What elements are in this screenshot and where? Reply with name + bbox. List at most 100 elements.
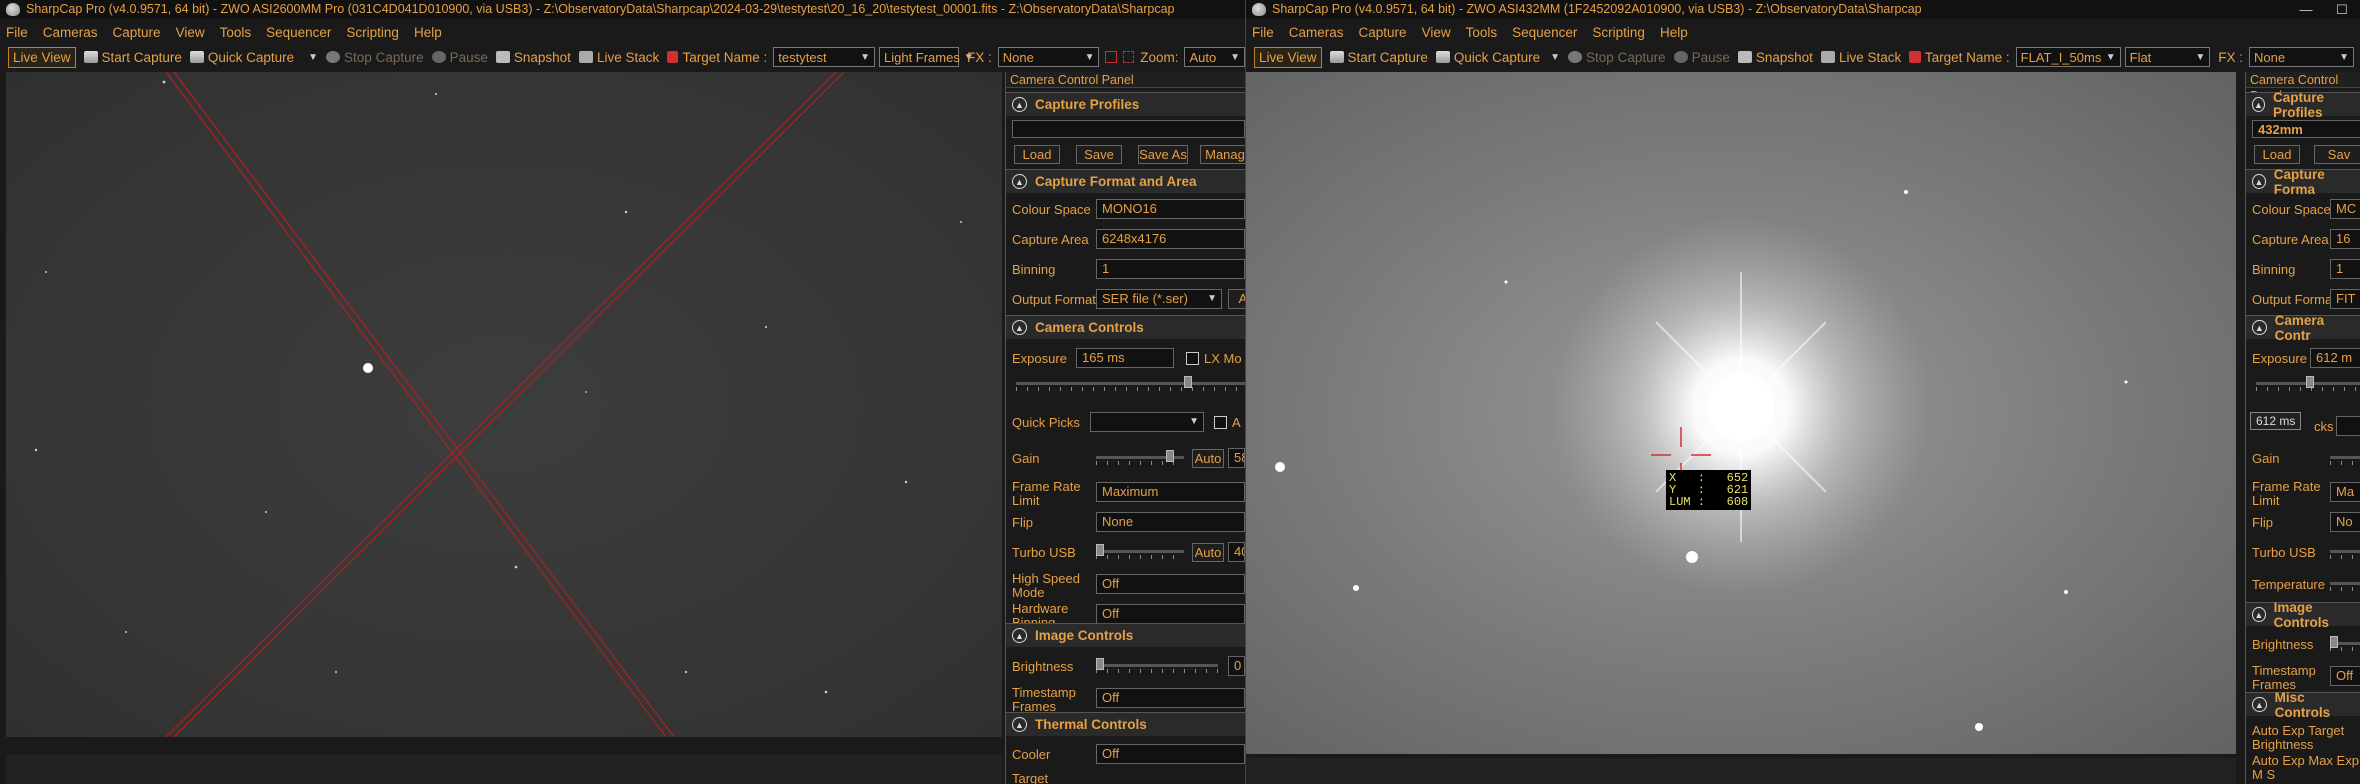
frame-rate-select[interactable]: Maximum [1096, 482, 1245, 502]
frame-type-select[interactable]: Light Frames ▼ [878, 47, 974, 67]
capture-profiles-header[interactable]: ▲ Capture Profiles [1006, 92, 1245, 116]
quick-picks-select[interactable]: ▼ [1090, 412, 1204, 432]
live-stack-button[interactable]: Live Stack [578, 50, 659, 65]
capture-format-header[interactable]: ▲ Capture Forma [2246, 167, 2360, 197]
save-as-profile-button[interactable]: Save As [1138, 145, 1188, 164]
colour-space-select[interactable]: MONO16 [1096, 199, 1245, 219]
quick-picks-select[interactable] [2336, 416, 2360, 436]
start-capture-button[interactable]: Start Capture [83, 50, 182, 65]
camera-image-view[interactable] [6, 72, 1002, 737]
output-format-select[interactable]: FIT [2330, 289, 2360, 309]
zoom-select[interactable]: Auto ▼ [1184, 47, 1245, 67]
live-stack-button[interactable]: Live Stack [1820, 50, 1901, 65]
target-name-combo[interactable]: FLAT_I_50ms ▼ [2015, 47, 2121, 67]
exposure-field[interactable]: 612 m [2310, 348, 2360, 368]
turbo-usb-slider[interactable] [1096, 544, 1184, 560]
lx-mode-checkbox[interactable] [1186, 352, 1199, 365]
menu-tools[interactable]: Tools [1466, 25, 1498, 40]
binning-select[interactable]: 1 [2330, 259, 2360, 279]
menu-view[interactable]: View [176, 25, 205, 40]
fx-select[interactable]: None ▼ [997, 47, 1100, 67]
maximize-icon[interactable]: ☐ [2324, 0, 2360, 19]
timestamp-frames-select[interactable]: Off [1096, 688, 1245, 708]
menu-cameras[interactable]: Cameras [1289, 25, 1344, 40]
pause-button[interactable]: Pause [1673, 50, 1730, 65]
menu-capture[interactable]: Capture [113, 25, 161, 40]
image-scrollbar[interactable] [6, 754, 1002, 784]
exposure-field[interactable]: 165 ms [1076, 348, 1174, 368]
gain-value[interactable]: 58 [1228, 448, 1245, 468]
exposure-slider[interactable] [2256, 376, 2360, 392]
menu-help[interactable]: Help [414, 25, 442, 40]
brightness-slider[interactable] [2330, 636, 2360, 652]
capture-area-select[interactable]: 16 [2330, 229, 2360, 249]
turbo-usb-value[interactable]: 40 [1228, 542, 1245, 562]
reticle-icon[interactable] [1105, 51, 1117, 63]
capture-profiles-header[interactable]: ▲ Capture Profiles [2246, 90, 2360, 120]
profile-select[interactable] [1012, 120, 1245, 138]
menu-tools[interactable]: Tools [220, 25, 252, 40]
menu-capture[interactable]: Capture [1359, 25, 1407, 40]
menu-file[interactable]: File [6, 25, 28, 40]
temperature-slider[interactable] [2330, 576, 2360, 592]
exposure-slider[interactable] [1016, 376, 1245, 392]
stop-capture-button[interactable]: Stop Capture [1568, 50, 1666, 65]
menu-sequencer[interactable]: Sequencer [266, 25, 331, 40]
binning-select[interactable]: 1 [1096, 259, 1245, 279]
quick-capture-button[interactable]: Quick Capture ▼ [189, 50, 318, 65]
live-view-button[interactable]: Live View [1254, 46, 1322, 68]
turbo-auto-button[interactable]: Auto [1192, 543, 1224, 562]
menu-help[interactable]: Help [1660, 25, 1688, 40]
menu-file[interactable]: File [1252, 25, 1274, 40]
snapshot-button[interactable]: Snapshot [1737, 50, 1813, 65]
menu-scripting[interactable]: Scripting [1592, 25, 1645, 40]
gain-auto-button[interactable]: Auto [1192, 449, 1224, 468]
snapshot-button[interactable]: Snapshot [495, 50, 571, 65]
image-controls-header[interactable]: ▲ Image Controls [2246, 600, 2360, 630]
misc-controls-header[interactable]: ▲ Misc Controls [2246, 690, 2360, 720]
menu-cameras[interactable]: Cameras [43, 25, 98, 40]
hardware-binning-select[interactable]: Off [1096, 604, 1245, 624]
profile-select[interactable]: 432mm [2252, 120, 2360, 138]
capture-format-header[interactable]: ▲ Capture Format and Area [1006, 169, 1245, 193]
image-scrollbar[interactable] [1246, 758, 2236, 784]
camera-controls-header[interactable]: ▲ Camera Contr [2246, 313, 2360, 343]
save-profile-button[interactable]: Save [1076, 145, 1122, 164]
load-profile-button[interactable]: Load [1014, 145, 1060, 164]
image-controls-header[interactable]: ▲ Image Controls [1006, 623, 1245, 647]
live-view-button[interactable]: Live View [8, 46, 76, 68]
output-options-button[interactable]: A [1228, 289, 1245, 309]
chevron-down-icon[interactable]: ▼ [1550, 52, 1560, 63]
gain-slider[interactable] [2330, 450, 2360, 466]
minimize-icon[interactable]: — [2288, 0, 2324, 19]
menu-sequencer[interactable]: Sequencer [1512, 25, 1577, 40]
pause-button[interactable]: Pause [431, 50, 488, 65]
camera-image-view[interactable] [1246, 72, 2236, 754]
crosshair-icon[interactable] [1122, 51, 1135, 63]
cooler-select[interactable]: Off [1096, 744, 1245, 764]
colour-space-select[interactable]: MC [2330, 199, 2360, 219]
capture-area-select[interactable]: 6248x4176 [1096, 229, 1245, 249]
output-format-select[interactable]: SER file (*.ser) ▼ [1096, 289, 1222, 309]
flip-select[interactable]: No [2330, 512, 2360, 532]
save-profile-button[interactable]: Sav [2314, 145, 2360, 164]
stop-capture-button[interactable]: Stop Capture [326, 50, 424, 65]
quick-capture-button[interactable]: Quick Capture ▼ [1435, 50, 1560, 65]
flip-select[interactable]: None [1096, 512, 1245, 532]
chevron-down-icon[interactable]: ▼ [308, 52, 318, 63]
turbo-usb-slider[interactable] [2330, 544, 2360, 560]
menu-scripting[interactable]: Scripting [346, 25, 399, 40]
frame-type-select[interactable]: Flat ▼ [2124, 47, 2211, 67]
brightness-value[interactable]: 0 [1228, 656, 1245, 676]
brightness-slider[interactable] [1096, 658, 1218, 674]
quick-picks-auto-checkbox[interactable] [1214, 416, 1227, 429]
camera-controls-header[interactable]: ▲ Camera Controls [1006, 315, 1245, 339]
gain-slider[interactable] [1096, 450, 1184, 466]
target-name-combo[interactable]: testytest ▼ [773, 47, 875, 67]
manage-profiles-button[interactable]: Manag [1200, 145, 1245, 164]
thermal-controls-header[interactable]: ▲ Thermal Controls [1006, 712, 1245, 736]
start-capture-button[interactable]: Start Capture [1329, 50, 1428, 65]
load-profile-button[interactable]: Load [2254, 145, 2300, 164]
menu-view[interactable]: View [1422, 25, 1451, 40]
frame-rate-select[interactable]: Ma [2330, 482, 2360, 502]
